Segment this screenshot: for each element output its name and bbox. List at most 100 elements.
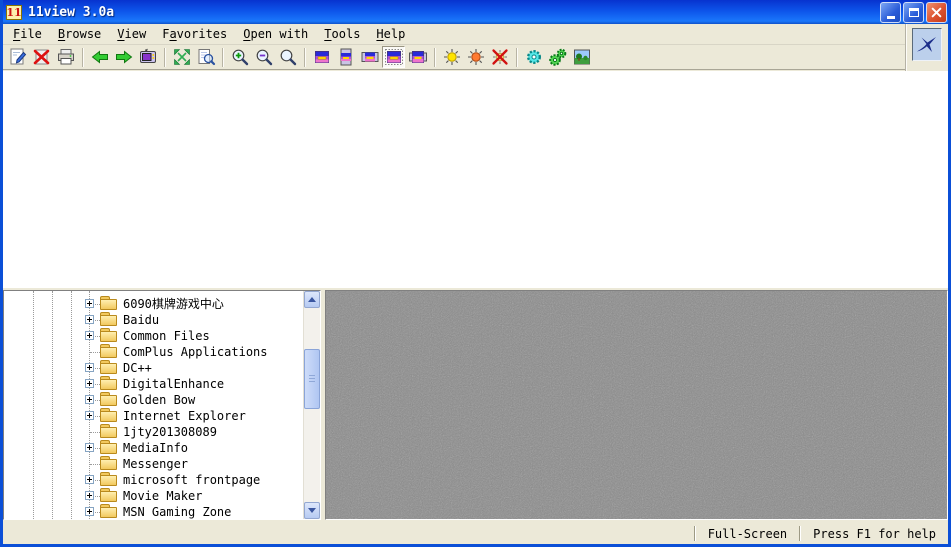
zoom-out-button[interactable] <box>252 46 275 68</box>
folder-icon <box>100 427 117 438</box>
close-button[interactable] <box>926 2 947 23</box>
tree-scrollbar[interactable] <box>303 291 320 519</box>
menu-open-with[interactable]: Open with <box>235 26 316 42</box>
folder-icon <box>100 475 117 486</box>
tree-item-label: microsoft frontpage <box>123 472 260 488</box>
toolbar-separator <box>222 48 224 67</box>
tree-item[interactable]: Golden Bow <box>4 392 303 408</box>
tree-item-label: Golden Bow <box>123 392 195 408</box>
tree-item-label: DC++ <box>123 360 152 376</box>
back-icon <box>90 47 110 67</box>
expand-icon[interactable] <box>85 315 94 324</box>
statusbar-divider <box>799 526 800 541</box>
view-fit-window-button[interactable] <box>382 46 405 68</box>
minimize-icon <box>887 16 895 19</box>
tree-item[interactable]: Common Files <box>4 328 303 344</box>
view-fit-desktop-button[interactable] <box>406 46 429 68</box>
maximize-button[interactable] <box>903 2 924 23</box>
forward-button[interactable] <box>112 46 135 68</box>
edit-file-icon <box>8 47 28 67</box>
arrow-up-icon <box>308 293 316 302</box>
view-fit-height-button[interactable] <box>334 46 357 68</box>
preview-page-icon <box>196 47 216 67</box>
expand-icon[interactable] <box>85 491 94 500</box>
preview-page-button[interactable] <box>194 46 217 68</box>
slideshow-button[interactable] <box>136 46 159 68</box>
wallpaper-button[interactable] <box>570 46 593 68</box>
zoom-in-button[interactable] <box>228 46 251 68</box>
arrow-down-icon <box>308 508 316 517</box>
folder-icon <box>100 459 117 470</box>
expand-icon[interactable] <box>85 443 94 452</box>
titlebar[interactable]: 11 11view 3.0a <box>0 0 951 24</box>
expand-icon[interactable] <box>85 363 94 372</box>
contrast-button[interactable] <box>464 46 487 68</box>
expand-icon[interactable] <box>85 299 94 308</box>
view-fit-width-button[interactable] <box>358 46 381 68</box>
tree-item[interactable]: 6090棋牌游戏中心 <box>4 296 303 312</box>
folder-icon <box>100 315 117 326</box>
statusbar: Full-Screen Press F1 for help <box>3 523 948 544</box>
tree-item[interactable]: ComPlus Applications <box>4 344 303 360</box>
expand-icon[interactable] <box>85 507 94 516</box>
tree-item-label: Movie Maker <box>123 488 202 504</box>
view-fit-desktop-icon <box>408 47 428 67</box>
delete-file-icon <box>32 47 52 67</box>
menubar: File Browse View Favorites Open with Too… <box>3 24 905 45</box>
zoom-out-icon <box>254 47 274 67</box>
back-button[interactable] <box>88 46 111 68</box>
tree-rows: 6090棋牌游戏中心 Baidu Common Files ComPlus Ap… <box>4 296 303 520</box>
batch-gears-icon <box>548 47 568 67</box>
expand-icon[interactable] <box>85 379 94 388</box>
menu-view[interactable]: View <box>109 26 154 42</box>
settings-button[interactable] <box>522 46 545 68</box>
tree-item-label: Internet Explorer <box>123 408 246 424</box>
reset-enhance-icon <box>490 47 510 67</box>
tree-item[interactable]: DC++ <box>4 360 303 376</box>
fit-window-button[interactable] <box>170 46 193 68</box>
reset-enhance-button[interactable] <box>488 46 511 68</box>
print-button[interactable] <box>54 46 77 68</box>
brightness-button[interactable] <box>440 46 463 68</box>
window-title: 11view 3.0a <box>28 5 878 20</box>
batch-convert-button[interactable] <box>546 46 569 68</box>
menu-browse[interactable]: Browse <box>50 26 109 42</box>
magnifier-icon <box>278 47 298 67</box>
tree-item[interactable]: MediaInfo <box>4 440 303 456</box>
tree-item[interactable]: Baidu <box>4 312 303 328</box>
scroll-down-button[interactable] <box>304 502 320 519</box>
menu-tools[interactable]: Tools <box>316 26 368 42</box>
pointer-tool-button[interactable] <box>912 28 942 61</box>
tree-item[interactable]: Messenger <box>4 456 303 472</box>
expand-icon[interactable] <box>85 411 94 420</box>
scroll-up-button[interactable] <box>304 291 320 308</box>
tree-item[interactable]: DigitalEnhance <box>4 376 303 392</box>
fit-window-icon <box>172 47 192 67</box>
view-fit-width-icon <box>360 47 380 67</box>
tree-item-label: DigitalEnhance <box>123 376 224 392</box>
expand-icon[interactable] <box>85 395 94 404</box>
menu-file[interactable]: File <box>5 26 50 42</box>
menu-favorites[interactable]: Favorites <box>154 26 235 42</box>
statusbar-fullscreen: Full-Screen <box>696 527 799 541</box>
tree-item[interactable]: Internet Explorer <box>4 408 303 424</box>
toolbar-separator <box>434 48 436 67</box>
tree-item[interactable]: Movie Maker <box>4 488 303 504</box>
tree-item[interactable]: 1jty201308089 <box>4 424 303 440</box>
delete-file-button[interactable] <box>30 46 53 68</box>
menu-help[interactable]: Help <box>368 26 413 42</box>
tree-item[interactable]: MSN Gaming Zone <box>4 504 303 520</box>
expand-icon[interactable] <box>85 331 94 340</box>
view-fit-window-icon <box>384 47 404 67</box>
magnifier-button[interactable] <box>276 46 299 68</box>
bird-cursor-icon <box>914 30 940 59</box>
forward-icon <box>114 47 134 67</box>
expand-icon[interactable] <box>85 475 94 484</box>
app-icon[interactable]: 11 <box>6 5 22 20</box>
tree-item-label: MSN Gaming Zone <box>123 504 231 520</box>
tree-item[interactable]: microsoft frontpage <box>4 472 303 488</box>
edit-file-button[interactable] <box>6 46 29 68</box>
view-original-button[interactable] <box>310 46 333 68</box>
minimize-button[interactable] <box>880 2 901 23</box>
scrollbar-thumb[interactable] <box>304 349 320 409</box>
